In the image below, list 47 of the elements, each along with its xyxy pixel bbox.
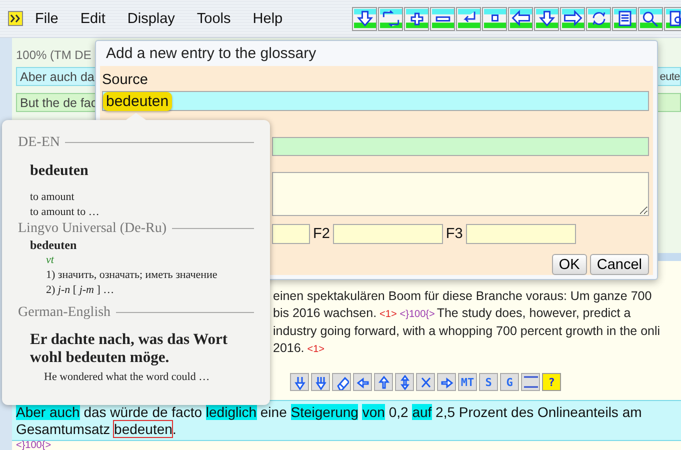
segment-text: eute [660, 70, 680, 82]
paragraph-text: bis 2016 wachsen. [273, 306, 377, 320]
menu-item[interactable]: Help [242, 10, 294, 26]
menu-item[interactable]: Display [116, 10, 186, 26]
sense-text: 1) значить, означать; иметь значение [46, 268, 218, 283]
field-input[interactable] [272, 224, 310, 244]
match-tag: <}100{> [16, 441, 681, 450]
match-tag: <}100{> [400, 309, 435, 320]
menu-item[interactable]: Tools [186, 10, 242, 26]
paragraph-text: industry going forward, with a whopping 700 percent growth in the onli [273, 324, 660, 338]
menu-item[interactable]: File [24, 10, 70, 26]
field-input[interactable] [466, 224, 576, 244]
field-label: F2 [313, 226, 330, 242]
dictionary-name: DE-EN [18, 134, 60, 151]
part-of-speech: vt [46, 253, 56, 268]
dictionary-name: Lingvo Universal (De-Ru) [18, 220, 167, 237]
dictionary-name: German-English [18, 304, 111, 321]
example-sentence: Er dachte nach, was das Wort wohl bedeuten möge. [30, 331, 229, 367]
field-input[interactable] [332, 224, 443, 244]
dialog-title: Add a new entry to the glossary [105, 44, 318, 64]
match-label: 100% (TM DE [16, 48, 92, 63]
translation-text: to amount [30, 190, 76, 205]
segment-toolbar-button[interactable]: G [500, 373, 519, 391]
cancel-button[interactable]: Cancel [590, 254, 649, 275]
headword: bedeuten [30, 237, 78, 253]
comment-field[interactable] [272, 172, 649, 216]
field-label: F3 [446, 226, 463, 242]
source-label: Source [102, 72, 149, 89]
target-field[interactable] [272, 137, 649, 156]
paragraph-text: einen spektakulären Boom für diese Branche voraus: Um ganze 700 [273, 289, 652, 303]
segment-tag: <1> [307, 344, 325, 355]
segment-toolbar-button[interactable]: S [479, 373, 498, 391]
sense-text: 2) j-n [ j-m ] … [46, 283, 116, 298]
source-field[interactable]: bedeuten [102, 91, 649, 111]
headword: bedeuten [30, 163, 90, 180]
example-translation: He wondered what the word could … [44, 370, 211, 385]
active-segment-text: Aber auch das würde de facto lediglich eine Steigerung von 0,2 auf 2,5 Prozent des Onlineanteils am Gesamtumsatz bedeuten. [12, 400, 681, 441]
ok-button[interactable]: OK [552, 254, 587, 275]
menu-item[interactable]: Edit [69, 10, 116, 26]
paragraph-text: The study does, however, predict a [436, 306, 631, 320]
segment-toolbar-button[interactable]: MT [458, 373, 477, 391]
logo-icon[interactable] [8, 11, 23, 26]
paragraph-text: 2016. [273, 341, 304, 355]
help-button[interactable]: ? [542, 373, 561, 391]
segment-text: Aber auch da [20, 70, 94, 84]
segment-tag: <1> [380, 309, 397, 320]
translation-text: to amount to … [30, 205, 100, 220]
